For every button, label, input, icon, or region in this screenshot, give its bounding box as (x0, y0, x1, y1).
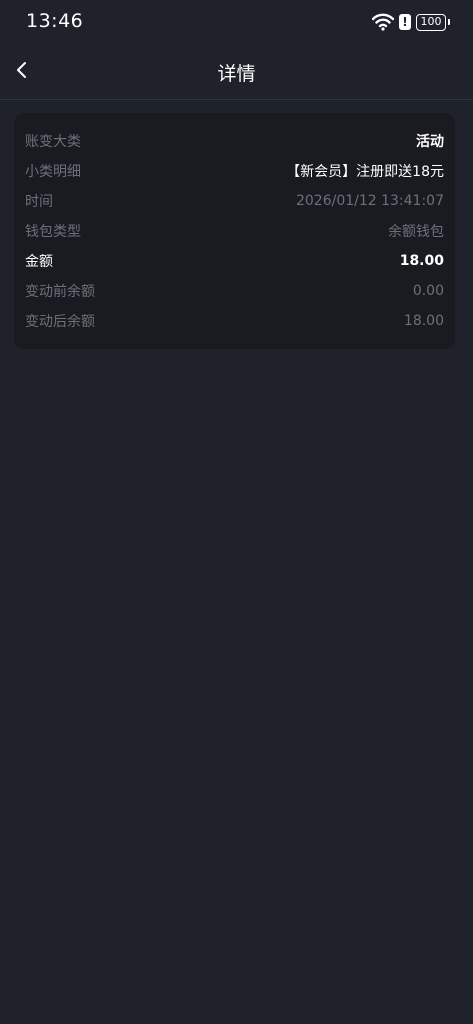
nav-bar: 详情 (0, 44, 473, 100)
alert-icon: ! (399, 14, 411, 30)
time-value: 2026/01/12 13:41:07 (295, 193, 444, 209)
battery-icon: 100 (416, 13, 450, 31)
status-icons: ! 100 (372, 12, 450, 32)
subcategory-label: 小类明细 (25, 164, 81, 180)
amount-label: 金额 (25, 254, 53, 270)
time-label: 时间 (25, 194, 53, 210)
balance-after-value: 18.00 (403, 313, 444, 329)
category-value: 活动 (416, 134, 444, 150)
page-title: 详情 (217, 63, 256, 85)
detail-row-category: 账变大类 活动 (25, 126, 444, 156)
detail-row-balance-after: 变动后余额 18.00 (25, 306, 444, 336)
category-label: 账变大类 (25, 134, 81, 150)
detail-row-amount: 金额 18.00 (25, 246, 444, 276)
balance-after-label: 变动后余额 (25, 314, 95, 330)
detail-row-wallet-type: 钱包类型 余额钱包 (25, 216, 444, 246)
amount-value: 18.00 (399, 253, 444, 269)
detail-row-balance-before: 变动前余额 0.00 (25, 276, 444, 306)
detail-card: 账变大类 活动 小类明细 【新会员】注册即送18元 时间 2026/01/12 … (14, 113, 455, 349)
subcategory-value: 【新会员】注册即送18元 (286, 164, 444, 180)
status-time: 13:46 (26, 10, 84, 32)
detail-row-time: 时间 2026/01/12 13:41:07 (25, 186, 444, 216)
balance-before-label: 变动前余额 (25, 284, 95, 300)
wallet-type-value: 余额钱包 (388, 224, 444, 240)
detail-row-subcategory: 小类明细 【新会员】注册即送18元 (25, 156, 444, 186)
balance-before-value: 0.00 (412, 283, 444, 299)
status-bar: 13:46 ! 100 (0, 0, 473, 44)
wifi-icon (372, 13, 394, 31)
wallet-type-label: 钱包类型 (25, 224, 81, 240)
